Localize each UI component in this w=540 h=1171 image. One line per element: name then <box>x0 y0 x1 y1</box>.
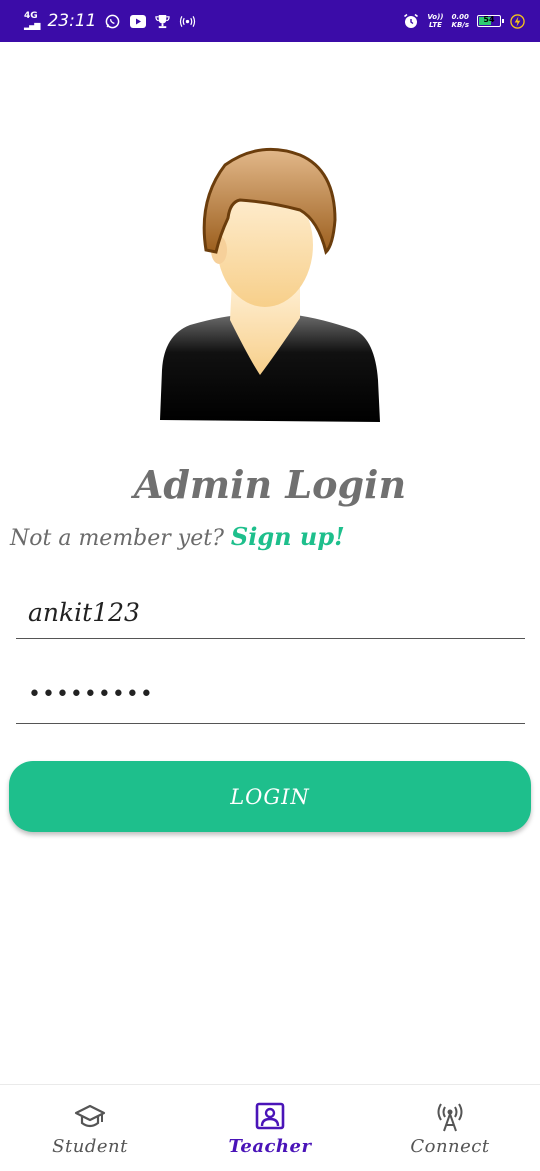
signup-link[interactable]: Sign up! <box>231 522 345 551</box>
youtube-icon <box>129 13 146 30</box>
login-button[interactable]: LOGIN <box>9 761 531 832</box>
network-speed: 0.00 KB/s <box>451 13 469 29</box>
battery-icon: 54 <box>477 15 504 27</box>
username-field-wrapper <box>16 598 525 639</box>
signup-prompt-line: Not a member yet? Sign up! <box>10 522 345 551</box>
hotspot-icon <box>179 13 196 30</box>
alarm-icon <box>402 13 419 30</box>
battery-level: 54 <box>483 15 495 24</box>
nav-connect[interactable]: Connect <box>360 1085 540 1171</box>
nav-student[interactable]: Student <box>0 1085 180 1171</box>
clock: 23:11 <box>47 11 97 31</box>
trophy-icon <box>154 13 171 30</box>
teacher-board-icon <box>255 1102 285 1130</box>
broadcast-tower-icon <box>437 1103 463 1132</box>
nav-teacher-label: Teacher <box>228 1136 312 1157</box>
nav-teacher[interactable]: Teacher <box>180 1085 360 1171</box>
signal-icon: ▂▄▆ <box>24 21 41 30</box>
volte-indicator: Vo)) LTE <box>427 13 444 29</box>
signup-prompt: Not a member yet? <box>10 526 224 551</box>
admin-avatar <box>160 147 380 422</box>
bottom-navigation: Student Teacher Connect <box>0 1084 540 1171</box>
network-indicator: 4G ▂▄▆ <box>24 11 41 31</box>
username-input[interactable] <box>16 598 525 627</box>
charging-icon <box>509 13 526 30</box>
page-title: Admin Login <box>133 462 407 507</box>
network-type: 4G <box>24 11 38 21</box>
nav-connect-label: Connect <box>410 1136 490 1157</box>
graduation-cap-icon <box>74 1104 106 1128</box>
password-field-wrapper <box>16 682 525 724</box>
nav-student-label: Student <box>52 1136 128 1157</box>
whatsapp-icon <box>104 13 121 30</box>
status-bar: 4G ▂▄▆ 23:11 Vo)) LTE 0.00 KB/s 54 <box>0 0 540 42</box>
password-input[interactable] <box>16 682 525 707</box>
